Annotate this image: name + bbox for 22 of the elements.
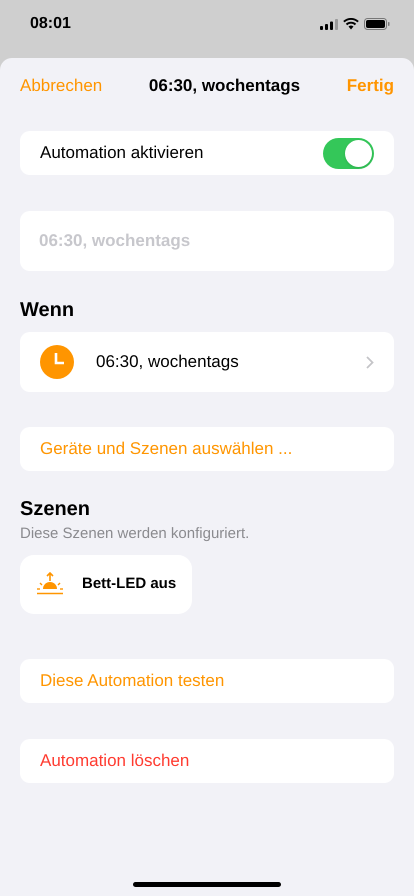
section-heading: Szenen xyxy=(20,497,92,521)
name-field[interactable]: 06:30, wochentags xyxy=(20,211,394,271)
delete-button[interactable]: Automation löschen xyxy=(20,738,394,782)
sunrise-icon xyxy=(36,572,64,596)
section-heading: Wenn xyxy=(20,298,76,322)
done-button[interactable]: Fertig xyxy=(346,73,394,99)
scene-tile[interactable]: Bett-LED aus xyxy=(20,554,192,614)
wifi-icon xyxy=(343,18,359,30)
test-button[interactable]: Diese Automation testen xyxy=(20,658,394,702)
chevron-icon xyxy=(366,356,374,368)
sheet-title: 06:30, wochentags xyxy=(148,75,300,98)
section-subtitle: Diese Szenen werden konfiguriert. xyxy=(20,524,250,544)
signal-icon xyxy=(320,18,338,30)
battery-icon xyxy=(364,18,390,30)
enable-label: Automation aktivieren xyxy=(40,142,204,164)
trigger-row[interactable]: 06:30, wochentags xyxy=(20,332,394,392)
clock-icon xyxy=(40,345,74,379)
trigger-label: 06:30, wochentags xyxy=(96,351,240,374)
toggle-switch[interactable] xyxy=(323,138,374,168)
status-time: 08:01 xyxy=(30,14,71,34)
cancel-button[interactable]: Abbrechen xyxy=(20,73,102,99)
select-devices-button[interactable]: Geräte und Szenen auswählen ... xyxy=(20,427,394,471)
